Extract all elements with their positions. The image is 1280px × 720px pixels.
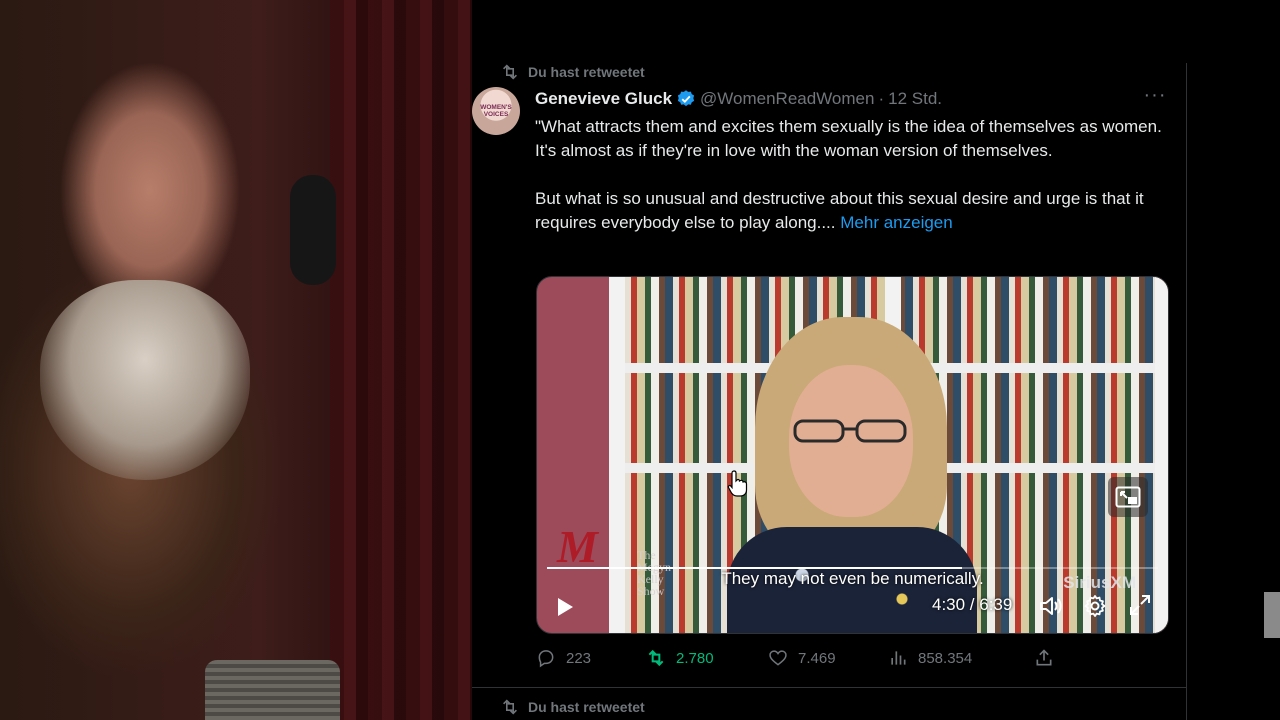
- tweet-actions: 223 2.780 7.469 858.354: [536, 648, 1176, 672]
- views-action[interactable]: 858.354: [888, 648, 972, 668]
- tweet-paragraph-2: But what is so unusual and destructive a…: [535, 187, 1175, 235]
- more-options-icon[interactable]: ···: [1142, 85, 1168, 109]
- author-handle[interactable]: @WomenReadWomen: [700, 89, 874, 109]
- picture-in-picture-icon: [1115, 486, 1141, 508]
- reply-action[interactable]: 223: [536, 648, 591, 668]
- hand-cursor-icon: [727, 470, 748, 497]
- next-retweet-banner-label: Du hast retweetet: [528, 699, 645, 715]
- retweet-count: 2.780: [676, 649, 714, 667]
- timeline-column: Du hast retweetet WOMEN'S VOICES Genevie…: [472, 63, 1187, 720]
- video-time: 4:30 / 6:39: [932, 595, 1013, 614]
- header-separator: ·: [878, 89, 885, 108]
- video-player[interactable]: M The Megyn Kelly Show SiriusXM They may…: [536, 276, 1169, 634]
- settings-gear-icon[interactable]: [1083, 594, 1107, 618]
- tweet-timestamp[interactable]: 12 Std.: [888, 89, 942, 109]
- scrollbar-thumb[interactable]: [1264, 592, 1280, 638]
- like-count: 7.469: [798, 649, 836, 667]
- reply-count: 223: [566, 649, 592, 667]
- play-icon[interactable]: [555, 597, 575, 617]
- heart-icon: [769, 650, 787, 666]
- retweet-banner[interactable]: Du hast retweetet: [500, 64, 645, 80]
- verified-badge-icon[interactable]: [676, 89, 696, 109]
- presenter-beard: [40, 280, 250, 480]
- author-avatar[interactable]: WOMEN'S VOICES: [472, 87, 520, 135]
- avatar-text: WOMEN'S VOICES: [480, 104, 512, 118]
- retweet-banner-label: Du hast retweetet: [528, 64, 645, 80]
- video-caption: They may not even be numerically.: [721, 569, 984, 588]
- views-chart-icon: [891, 651, 906, 665]
- tweet-divider: [472, 687, 1186, 688]
- curtain-background: [330, 0, 472, 720]
- show-more-link[interactable]: Mehr anzeigen: [840, 213, 952, 232]
- like-action[interactable]: 7.469: [768, 648, 836, 668]
- retweet-active-icon: [648, 649, 664, 667]
- fullscreen-icon[interactable]: [1129, 594, 1151, 616]
- watermark-logo-m: M: [557, 521, 598, 572]
- speaker-glasses: [793, 419, 907, 443]
- volume-icon[interactable]: [1039, 595, 1063, 617]
- share-icon: [1036, 649, 1052, 666]
- tweet-body: "What attracts them and excites them sex…: [535, 115, 1175, 235]
- next-retweet-banner[interactable]: Du hast retweetet: [500, 699, 645, 715]
- tweet-header: Genevieve Gluck @WomenReadWomen · 12 Std…: [535, 89, 942, 109]
- headphone: [290, 175, 336, 285]
- author-name[interactable]: Genevieve Gluck: [535, 89, 672, 109]
- reply-icon: [538, 650, 554, 668]
- share-action[interactable]: [1034, 648, 1054, 668]
- tweet-paragraph-1: "What attracts them and excites them sex…: [535, 117, 1162, 160]
- retweet-action[interactable]: 2.780: [646, 648, 714, 668]
- picture-in-picture-button[interactable]: [1108, 477, 1148, 517]
- microphone: [205, 660, 340, 720]
- views-count: 858.354: [918, 649, 973, 667]
- webcam-overlay: [0, 0, 472, 720]
- retweet-icon: [503, 699, 517, 715]
- retweet-icon: [503, 64, 517, 80]
